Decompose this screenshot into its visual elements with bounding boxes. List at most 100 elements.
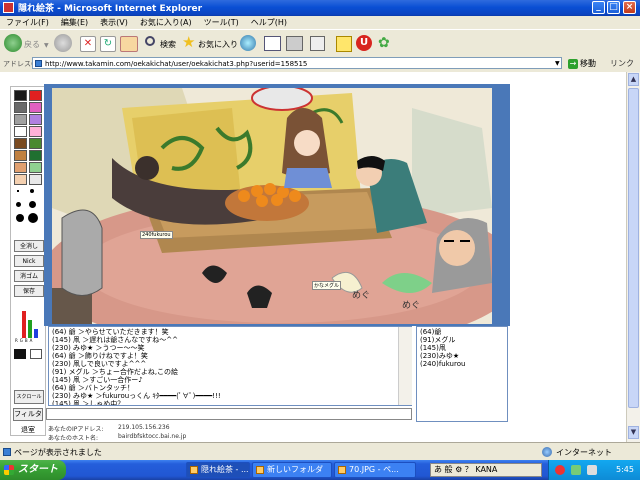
filter-button[interactable]: フィルタ — [13, 408, 43, 421]
rgb-sliders[interactable]: RGBA — [14, 300, 44, 344]
brush-size-5[interactable] — [16, 214, 24, 222]
scroll-thumb[interactable] — [628, 88, 639, 408]
go-label: 移動 — [580, 59, 596, 68]
back-icon[interactable] — [4, 34, 22, 52]
menu-edit[interactable]: 編集(E) — [55, 16, 94, 29]
color-swatch[interactable] — [29, 138, 42, 149]
tray-network-icon[interactable] — [571, 465, 581, 475]
go-button[interactable]: → 移動 — [568, 57, 604, 70]
page-scrollbar[interactable]: ▲ ▼ — [626, 72, 640, 442]
blue-level-bar[interactable] — [34, 329, 38, 338]
eraser-button[interactable]: 消ゴム — [14, 270, 44, 282]
chat-input[interactable] — [46, 408, 412, 420]
address-input[interactable]: http://www.takamin.com/oekakichat/user/o… — [32, 57, 562, 69]
minimize-button[interactable]: _ — [592, 1, 605, 14]
scroll-up-button[interactable]: ▲ — [628, 73, 639, 86]
status-bar: ページが表示されました インターネット — [0, 442, 640, 461]
color-swatch[interactable] — [14, 126, 27, 137]
edit-icon[interactable] — [310, 36, 325, 51]
color-swatch[interactable] — [29, 174, 42, 185]
nick-button[interactable]: Nick — [14, 255, 44, 267]
window-title: 隠れ絵茶 - Microsoft Internet Explorer — [18, 4, 203, 14]
brush-size-6[interactable] — [28, 213, 38, 223]
user-list-item: (240)fukurou — [420, 360, 466, 368]
media-icon[interactable] — [240, 35, 256, 51]
color-swatch[interactable] — [14, 174, 27, 185]
brush-size-4[interactable] — [29, 201, 36, 208]
color-swatch[interactable] — [29, 114, 42, 125]
page-done-icon — [3, 448, 11, 456]
menu-file[interactable]: ファイル(F) — [0, 16, 55, 29]
color-swatch[interactable] — [14, 162, 27, 173]
replay-button[interactable]: スクロール — [14, 390, 44, 404]
notes-icon[interactable] — [336, 36, 352, 52]
color-swatch[interactable] — [14, 150, 27, 161]
tray-volume-icon[interactable] — [587, 465, 597, 475]
messenger-icon[interactable]: U — [356, 35, 372, 51]
refresh-icon[interactable]: ↻ — [100, 36, 116, 52]
color-swatch[interactable] — [14, 114, 27, 125]
brush-size-3[interactable] — [16, 202, 21, 207]
menu-tools[interactable]: ツール(T) — [198, 16, 245, 29]
svg-text:めぐ: めぐ — [402, 300, 420, 311]
drawing-canvas[interactable]: めぐ めぐ 240fukurou かなメグル — [52, 88, 492, 324]
forward-icon[interactable] — [54, 34, 72, 52]
msn-icon[interactable]: ✿ — [378, 35, 390, 51]
favorites-label[interactable]: お気に入り — [198, 39, 238, 50]
print-icon[interactable] — [286, 36, 303, 51]
start-label: スタート — [18, 464, 58, 475]
status-text: ページが表示されました — [14, 448, 102, 457]
home-icon[interactable] — [120, 36, 138, 52]
color-swatch[interactable] — [29, 162, 42, 173]
menu-favorites[interactable]: お気に入り(A) — [134, 16, 198, 29]
back-label[interactable]: 戻る — [24, 39, 40, 50]
paint-icon — [338, 466, 346, 474]
favorites-star-icon[interactable]: ★ — [182, 33, 195, 51]
close-button[interactable]: × — [623, 1, 636, 14]
color-swatch[interactable] — [29, 150, 42, 161]
start-button[interactable]: スタート — [0, 460, 66, 480]
drawing-illustration: めぐ めぐ — [52, 88, 492, 324]
color-swatch[interactable] — [14, 138, 27, 149]
stop-icon[interactable]: ✕ — [80, 36, 96, 52]
red-level-bar[interactable] — [22, 311, 26, 338]
brush-size-1[interactable] — [17, 190, 19, 192]
save-button[interactable]: 保存 — [14, 285, 44, 297]
current-color-black[interactable] — [14, 349, 26, 359]
tray-alert-icon[interactable] — [555, 465, 565, 475]
address-dropdown-icon[interactable]: ▼ — [555, 60, 560, 67]
color-swatch[interactable] — [29, 90, 42, 101]
clear-button[interactable]: 全消し — [14, 240, 44, 252]
address-bar: アドレス(D) http://www.takamin.com/oekakicha… — [0, 56, 640, 73]
taskbar-item-browser[interactable]: 隠れ絵茶 - ... — [186, 462, 250, 478]
mail-icon[interactable] — [264, 36, 281, 51]
back-dropdown-icon[interactable]: ▼ — [44, 42, 49, 49]
color-swatch[interactable] — [14, 102, 27, 113]
ip-value: 219.105.156.236 — [118, 424, 170, 431]
brush-size-2[interactable] — [30, 189, 34, 193]
user-list: (64)爺 (91)メグル (145)凧 (230)みゆ★ (240)fukur… — [416, 326, 508, 422]
chat-scrollbar[interactable] — [398, 327, 412, 405]
links-label[interactable]: リンク — [610, 58, 634, 69]
maximize-button[interactable]: □ — [607, 1, 620, 14]
rgb-labels: RGBA — [15, 338, 35, 343]
menu-help[interactable]: ヘルプ(H) — [245, 16, 293, 29]
internet-zone-icon — [542, 447, 552, 457]
ime-bar[interactable]: あ 般 ⚙ ？ KANA — [430, 463, 542, 477]
menu-view[interactable]: 表示(V) — [94, 16, 134, 29]
taskbar-item-paint[interactable]: 70.JPG - ペ... — [334, 462, 416, 478]
folder-icon — [256, 466, 264, 474]
color-swatch[interactable] — [14, 90, 27, 101]
green-level-bar[interactable] — [28, 320, 32, 338]
chat-log[interactable]: (64) 爺 ＞やらせていただきます！笑 (145) 凧 ＞遅れは爺さんなですね… — [48, 326, 412, 406]
search-label[interactable]: 検索 — [160, 39, 176, 50]
current-color-white[interactable] — [30, 349, 42, 359]
color-swatch[interactable] — [29, 126, 42, 137]
scroll-down-button[interactable]: ▼ — [628, 426, 639, 439]
host-value: bairdbfsktocc.bai.ne.jp — [118, 433, 187, 440]
menu-bar: ファイル(F) 編集(E) 表示(V) お気に入り(A) ツール(T) ヘルプ(H) — [0, 16, 640, 29]
taskbar-item-folder[interactable]: 新しいフォルダ — [252, 462, 332, 478]
search-icon[interactable] — [145, 36, 155, 46]
color-swatch[interactable] — [29, 102, 42, 113]
leave-link[interactable]: 退室 — [13, 424, 43, 436]
